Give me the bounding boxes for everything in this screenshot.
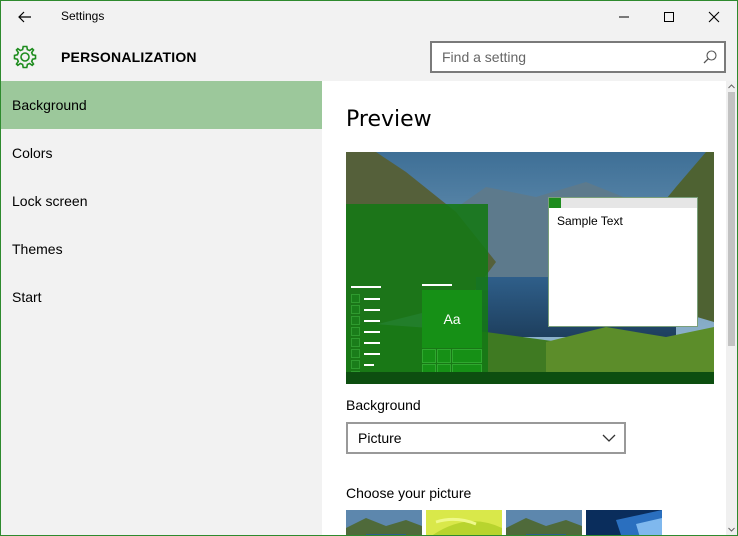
search-icon[interactable] xyxy=(702,49,718,65)
sidebar-item-label: Themes xyxy=(12,241,63,257)
scrollbar-thumb[interactable] xyxy=(728,92,735,346)
window-title: Settings xyxy=(61,9,105,23)
sample-window-preview: Sample Text xyxy=(548,197,698,327)
sidebar-item-lock-screen[interactable]: Lock screen xyxy=(1,177,322,225)
tile-small xyxy=(437,349,451,363)
title-bar: Settings xyxy=(1,1,737,33)
desktop-preview: Aa Sample Text xyxy=(346,152,714,384)
tile-small xyxy=(422,349,436,363)
tile-group-header xyxy=(422,284,452,286)
sidebar: Background Colors Lock screen Themes Sta… xyxy=(1,81,322,535)
background-dropdown[interactable]: Picture xyxy=(346,422,626,454)
main-content: Preview Aa Sample Text Background Pictur… xyxy=(322,81,737,535)
picture-thumbnails xyxy=(346,510,666,535)
picture-thumbnail[interactable] xyxy=(586,510,662,535)
background-dropdown-value: Picture xyxy=(358,430,402,446)
tile-small xyxy=(452,349,482,363)
thumbnail-image xyxy=(586,510,662,535)
back-arrow-icon xyxy=(18,11,31,23)
minimize-icon xyxy=(619,16,629,18)
maximize-icon xyxy=(664,12,674,22)
page-header: PERSONALIZATION xyxy=(1,33,737,81)
close-icon xyxy=(708,11,720,23)
scroll-down-icon[interactable] xyxy=(728,526,735,533)
start-menu-preview: Aa xyxy=(346,204,488,384)
maximize-button[interactable] xyxy=(646,1,692,33)
sidebar-item-label: Colors xyxy=(12,145,53,161)
sidebar-item-themes[interactable]: Themes xyxy=(1,225,322,273)
close-button[interactable] xyxy=(691,1,737,33)
search-box[interactable] xyxy=(430,41,726,73)
tile-aa: Aa xyxy=(422,290,482,348)
sidebar-item-label: Lock screen xyxy=(12,193,88,209)
picture-thumbnail[interactable] xyxy=(426,510,502,535)
sidebar-item-label: Background xyxy=(12,97,87,113)
list-item xyxy=(351,338,381,349)
list-item xyxy=(351,282,381,293)
sample-window-titlebar xyxy=(549,198,697,208)
list-item xyxy=(351,294,381,305)
page-title: PERSONALIZATION xyxy=(61,49,197,65)
sidebar-item-colors[interactable]: Colors xyxy=(1,129,322,177)
sidebar-item-background[interactable]: Background xyxy=(1,81,322,129)
thumbnail-image xyxy=(506,510,582,535)
picture-thumbnail[interactable] xyxy=(346,510,422,535)
vertical-scrollbar[interactable] xyxy=(726,81,737,535)
picture-thumbnail[interactable] xyxy=(506,510,582,535)
gear-icon xyxy=(13,45,37,69)
choose-picture-label: Choose your picture xyxy=(346,485,472,501)
sidebar-item-start[interactable]: Start xyxy=(1,273,322,321)
list-item xyxy=(351,349,381,360)
sidebar-item-label: Start xyxy=(12,289,42,305)
preview-heading: Preview xyxy=(346,107,432,132)
taskbar-preview xyxy=(346,372,714,384)
list-item xyxy=(351,316,381,327)
list-item xyxy=(351,327,381,338)
minimize-button[interactable] xyxy=(601,1,647,33)
scroll-up-icon[interactable] xyxy=(728,83,735,90)
back-button[interactable] xyxy=(11,5,39,29)
list-item xyxy=(351,360,381,371)
thumbnail-image xyxy=(426,510,502,535)
search-input[interactable] xyxy=(432,43,692,71)
list-item xyxy=(351,305,381,316)
sample-text: Sample Text xyxy=(557,214,623,228)
settings-window: Settings PERSONALIZATION Find a setting … xyxy=(0,0,738,536)
chevron-down-icon xyxy=(602,434,616,442)
background-label: Background xyxy=(346,397,421,413)
thumbnail-image xyxy=(346,510,422,535)
